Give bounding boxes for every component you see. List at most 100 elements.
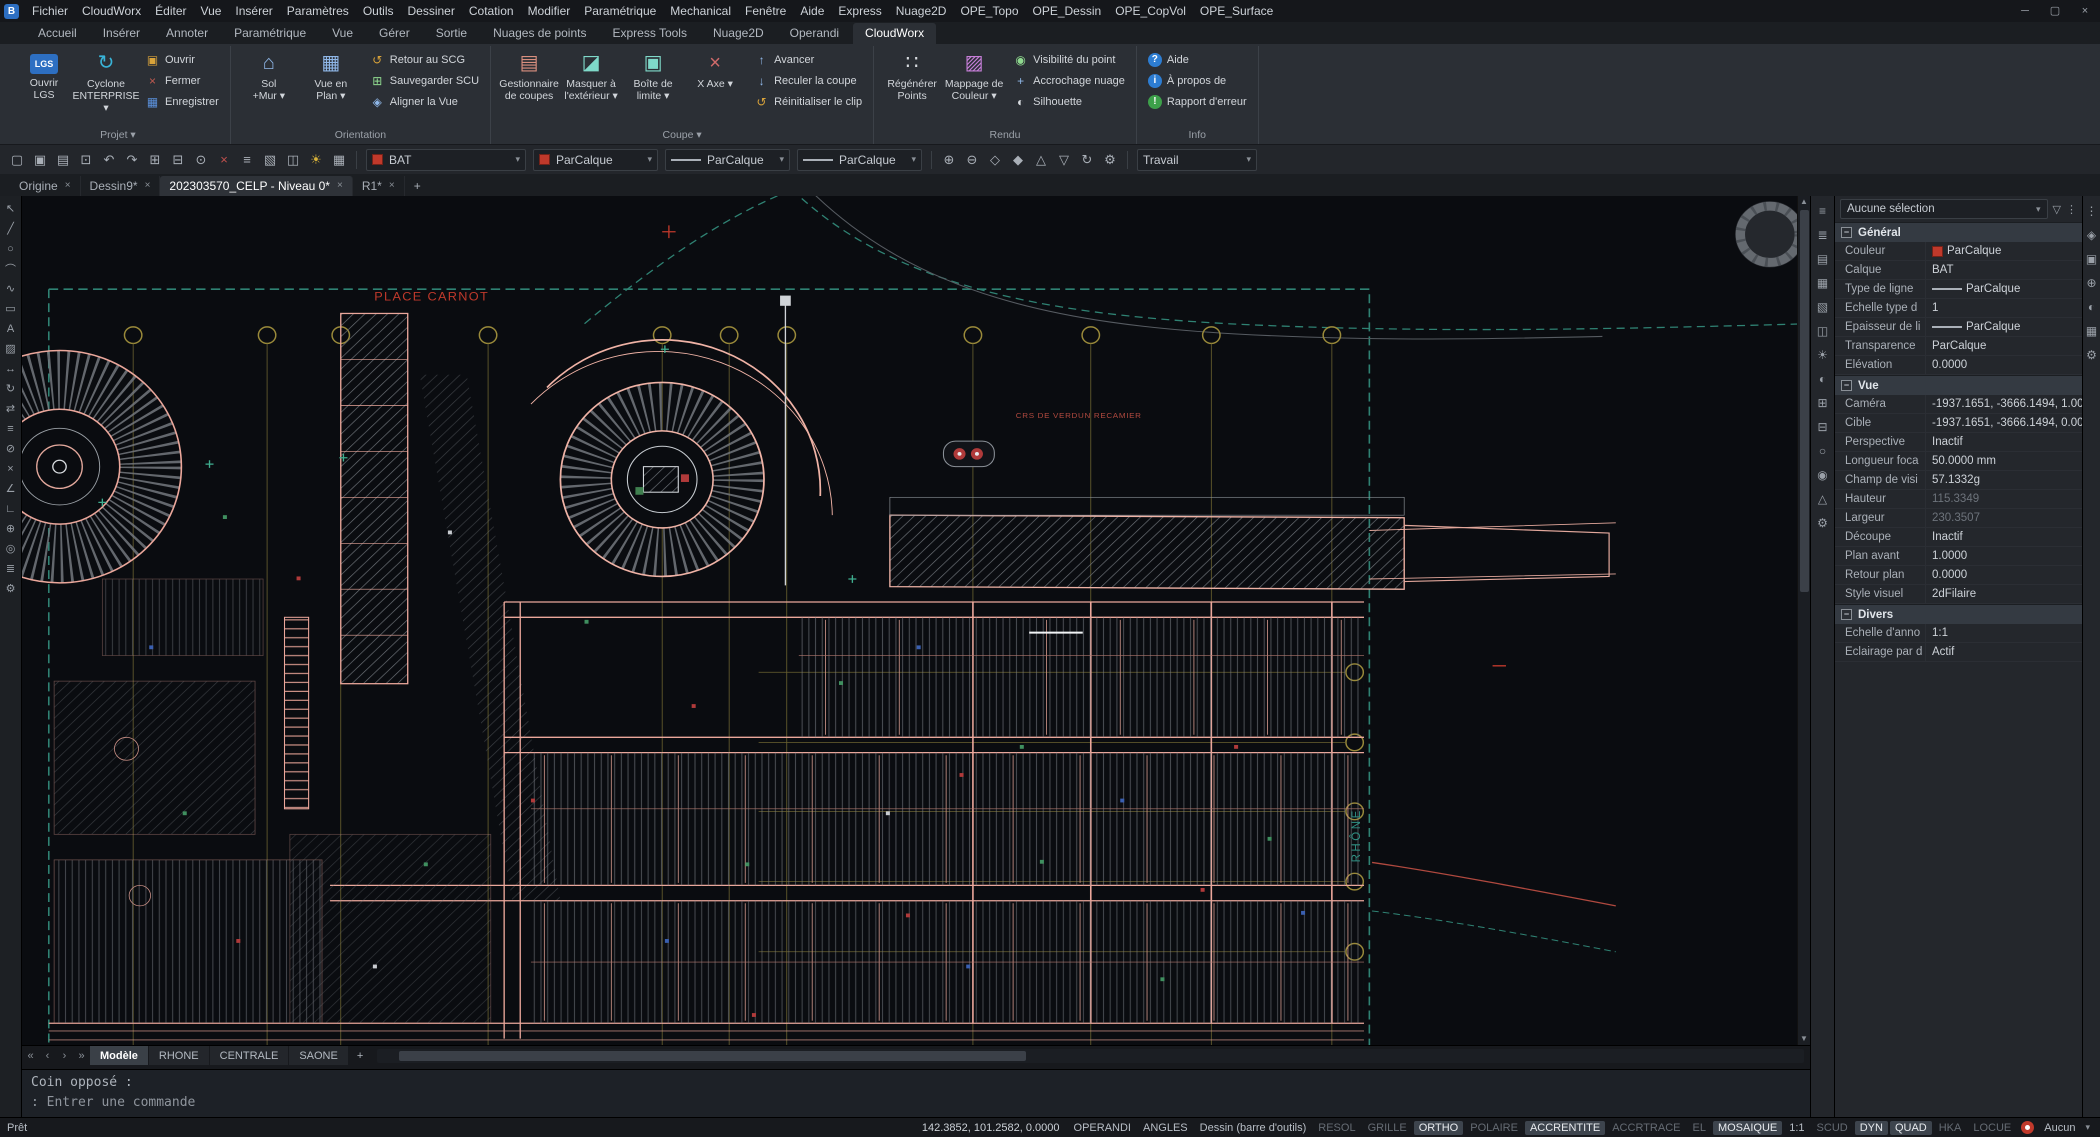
close-icon[interactable]: × bbox=[337, 176, 343, 196]
reculer-coupe-button[interactable]: ↓ Reculer la coupe bbox=[750, 73, 866, 89]
minimize-icon[interactable]: ─ bbox=[2010, 0, 2040, 22]
annotation-filter-dropdown[interactable]: Aucun bbox=[2039, 1121, 2080, 1135]
measure-tool-icon[interactable]: ∟ bbox=[2, 500, 20, 517]
ribbon-tab[interactable]: CloudWorx bbox=[853, 23, 936, 44]
ribbon-tab[interactable]: Gérer bbox=[367, 23, 422, 44]
properties-section-divers[interactable]: − Divers bbox=[1835, 604, 2082, 624]
menu-item[interactable]: Aide bbox=[793, 0, 831, 22]
ribbon-group-label[interactable]: Orientation bbox=[238, 127, 483, 144]
mappage-couleur-button[interactable]: ▨ Mappage de Couleur ▾ bbox=[943, 46, 1005, 127]
collapse-icon[interactable]: − bbox=[1841, 227, 1852, 238]
canvas-horizontal-scrollbar[interactable] bbox=[377, 1049, 1804, 1063]
ribbon-group-label[interactable]: Coupe ▾ bbox=[498, 127, 866, 144]
property-row[interactable]: Perspective Inactif bbox=[1835, 433, 2082, 452]
a-propos-button[interactable]: i À propos de bbox=[1144, 73, 1251, 89]
settings-icon[interactable]: ⚙ bbox=[1099, 149, 1121, 171]
aligner-vue-button[interactable]: ◈ Aligner la Vue bbox=[366, 94, 483, 110]
masquer-exterieur-button[interactable]: ◪ Masquer à l'extérieur ▾ bbox=[560, 46, 622, 127]
previous-layout-icon[interactable]: ‹ bbox=[39, 1046, 56, 1066]
panel-options-icon[interactable]: ⋮ bbox=[2066, 203, 2077, 216]
ribbon-tab[interactable]: Express Tools bbox=[600, 23, 698, 44]
close-icon[interactable]: × bbox=[65, 176, 71, 196]
hatch-toggle-icon[interactable]: ▧ bbox=[259, 149, 281, 171]
undo-icon[interactable]: ↶ bbox=[98, 149, 120, 171]
toolbar-indicator[interactable]: Dessin (barre d'outils) bbox=[1195, 1121, 1312, 1135]
accrtrace-toggle[interactable]: ACCRTRACE bbox=[1607, 1121, 1685, 1135]
menu-item[interactable]: Fenêtre bbox=[738, 0, 793, 22]
menu-item[interactable]: Fichier bbox=[25, 0, 75, 22]
ribbon-tab[interactable]: Nuages de points bbox=[481, 23, 598, 44]
scud-toggle[interactable]: SCUD bbox=[1812, 1121, 1853, 1135]
ucs-icon[interactable]: △ bbox=[1030, 149, 1052, 171]
ribbon-tab[interactable]: Accueil bbox=[26, 23, 89, 44]
cyclone-enterprise-button[interactable]: ↻ Cyclone ENTERPRISE ▾ bbox=[75, 46, 137, 127]
ribbon-tab[interactable]: Annoter bbox=[154, 23, 220, 44]
menu-item[interactable]: Vue bbox=[194, 0, 229, 22]
copy-icon[interactable]: ⊞ bbox=[144, 149, 166, 171]
menu-item[interactable]: Cotation bbox=[462, 0, 521, 22]
mirror-tool-icon[interactable]: ⇄ bbox=[2, 400, 20, 417]
hatch-manager-icon[interactable]: ▧ bbox=[1814, 298, 1832, 315]
layers-tool-icon[interactable]: ≣ bbox=[2, 560, 20, 577]
point-cloud-icon[interactable]: ○ bbox=[1814, 442, 1832, 459]
retour-scg-button[interactable]: ↺ Retour au SCG bbox=[366, 52, 483, 68]
menu-item[interactable]: OPE_Topo bbox=[953, 0, 1025, 22]
menu-item[interactable]: Insérer bbox=[228, 0, 279, 22]
new-document-tab-button[interactable]: + bbox=[405, 176, 430, 196]
silhouette-button[interactable]: ◐ Silhouette bbox=[1009, 94, 1129, 110]
hka-toggle[interactable]: HKA bbox=[1934, 1121, 1967, 1135]
property-row[interactable]: Échelle type d 1 bbox=[1835, 299, 2082, 318]
rectangle-tool-icon[interactable]: ▭ bbox=[2, 300, 20, 317]
property-row[interactable]: Élévation 0.0000 bbox=[1835, 356, 2082, 375]
ribbon-tab[interactable]: Operandi bbox=[778, 23, 851, 44]
property-row[interactable]: Style visuel 2dFilaire bbox=[1835, 585, 2082, 604]
sauvegarder-scu-button[interactable]: ⊞ Sauvegarder SCU bbox=[366, 73, 483, 89]
layout-tab[interactable]: RHONE bbox=[149, 1046, 210, 1066]
select-tool-icon[interactable]: ↖ bbox=[2, 200, 20, 217]
menu-item[interactable]: Mechanical bbox=[663, 0, 738, 22]
pan-tool-icon[interactable]: ◎ bbox=[2, 540, 20, 557]
menu-item[interactable]: OPE_Dessin bbox=[1026, 0, 1109, 22]
scrollbar-thumb[interactable] bbox=[399, 1051, 1027, 1061]
arc-tool-icon[interactable]: ⌒ bbox=[2, 260, 20, 277]
panel-menu-icon[interactable]: ⋮ bbox=[2083, 202, 2100, 219]
properties-section-general[interactable]: − Général bbox=[1835, 222, 2082, 242]
add-panel-icon[interactable]: ⊕ bbox=[2083, 274, 2100, 291]
locue-toggle[interactable]: LOCUE bbox=[1968, 1121, 2016, 1135]
grid-panel-icon[interactable]: ▦ bbox=[2083, 322, 2100, 339]
grid-icon[interactable]: ▦ bbox=[328, 149, 350, 171]
render-panel-icon[interactable]: ◐ bbox=[1814, 370, 1832, 387]
structure-panel-icon[interactable]: △ bbox=[1814, 490, 1832, 507]
ouvrir-lgs-button[interactable]: LGS Ouvrir LGS bbox=[13, 46, 75, 127]
rotate-tool-icon[interactable]: ↻ bbox=[2, 380, 20, 397]
move-tool-icon[interactable]: ↔ bbox=[2, 360, 20, 377]
ribbon-group-label[interactable]: Rendu bbox=[881, 127, 1129, 144]
property-row[interactable]: Champ de visi 57.1332g bbox=[1835, 471, 2082, 490]
view-cube-icon[interactable]: ◈ bbox=[2083, 226, 2100, 243]
paste-icon[interactable]: ⊟ bbox=[167, 149, 189, 171]
accrochage-nuage-button[interactable]: + Accrochage nuage bbox=[1009, 73, 1129, 89]
property-row[interactable]: Cible -1937.1651, -3666.1494, 0.0000 bbox=[1835, 414, 2082, 433]
ouvrir-button[interactable]: ▣ Ouvrir bbox=[141, 52, 223, 68]
polyline-tool-icon[interactable]: ∿ bbox=[2, 280, 20, 297]
selection-dropdown[interactable]: Aucune sélection ▾ bbox=[1840, 199, 2048, 219]
menu-item[interactable]: Modifier bbox=[521, 0, 578, 22]
properties-panel-icon[interactable]: ≡ bbox=[1814, 202, 1832, 219]
menu-item[interactable]: Express bbox=[831, 0, 888, 22]
next-layout-icon[interactable]: › bbox=[56, 1046, 73, 1066]
property-row[interactable]: Échelle d'anno 1:1 bbox=[1835, 624, 2082, 643]
line-tool-icon[interactable]: ╱ bbox=[2, 220, 20, 237]
navigation-wheel[interactable] bbox=[1735, 201, 1805, 267]
grille-toggle[interactable]: GRILLE bbox=[1363, 1121, 1412, 1135]
selection-panel-icon[interactable]: ◉ bbox=[1814, 466, 1832, 483]
property-row[interactable]: Épaisseur de li ParCalque bbox=[1835, 318, 2082, 337]
quad-toggle[interactable]: QUAD bbox=[1890, 1121, 1932, 1135]
regen-icon[interactable]: ↻ bbox=[1076, 149, 1098, 171]
property-row[interactable]: Découpe Inactif bbox=[1835, 528, 2082, 547]
menu-item[interactable]: Éditer bbox=[148, 0, 193, 22]
accrentite-toggle[interactable]: ACCRENTITE bbox=[1525, 1121, 1605, 1135]
text-tool-icon[interactable]: A bbox=[2, 320, 20, 337]
close-icon[interactable]: × bbox=[389, 176, 395, 196]
offset-tool-icon[interactable]: ≡ bbox=[2, 420, 20, 437]
property-row[interactable]: Retour plan 0.0000 bbox=[1835, 566, 2082, 585]
